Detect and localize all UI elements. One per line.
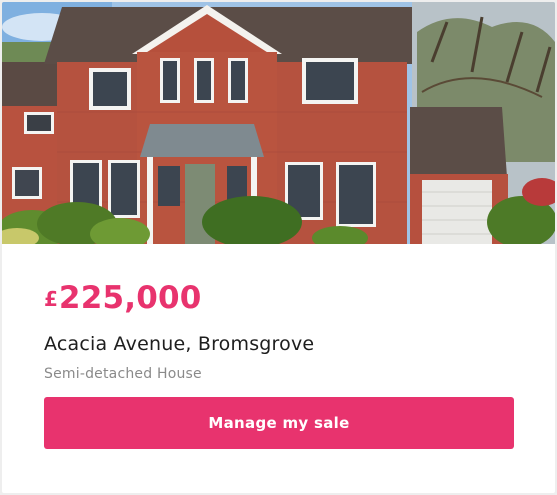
price-amount: 225,000 [58,280,202,316]
property-type: Semi-detached House [44,366,202,382]
price: £225,000 [44,283,202,314]
property-address: Acacia Avenue, Bromsgrove [44,333,315,355]
property-photo [2,2,555,244]
manage-my-sale-button[interactable]: Manage my sale [44,397,514,449]
property-card: £225,000 Acacia Avenue, Bromsgrove Semi-… [2,2,555,493]
currency-symbol: £ [44,287,58,311]
